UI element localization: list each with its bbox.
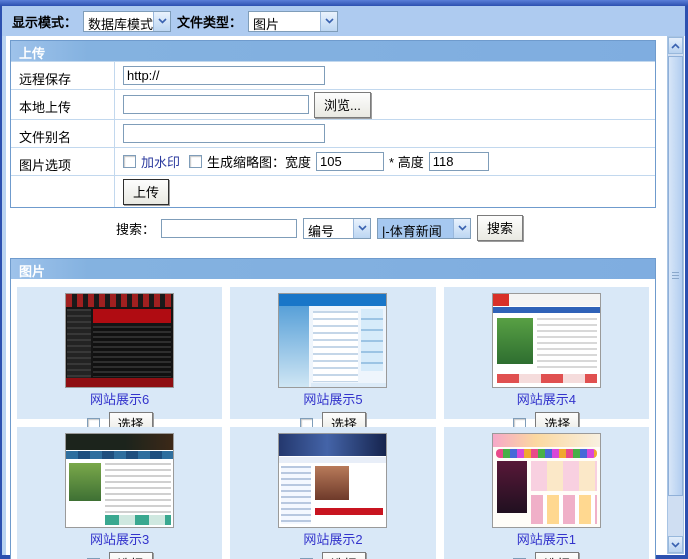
- watermark-checkbox[interactable]: [123, 155, 136, 168]
- image-card: 网站展示4 选择: [444, 287, 649, 419]
- images-panel: 图片 网站展示6 选择 网站展示5 选择: [10, 258, 656, 559]
- images-panel-header: 图片: [11, 259, 655, 279]
- display-mode-value: 数据库模式: [84, 12, 153, 31]
- thumbnail-image[interactable]: [66, 294, 173, 387]
- display-mode-label: 显示模式：: [12, 12, 77, 31]
- image-card: 网站展示3 选择: [17, 427, 222, 559]
- file-type-value: 图片: [249, 12, 320, 31]
- thumbnail-image[interactable]: [279, 294, 386, 387]
- file-alias-input[interactable]: [123, 124, 325, 143]
- image-title: 网站展示2: [230, 529, 435, 548]
- watermark-label: 加水印: [141, 152, 180, 171]
- search-type-select[interactable]: 编号: [303, 218, 371, 239]
- search-type-value: 编号: [304, 219, 353, 238]
- category-select[interactable]: |-体育新闻: [377, 218, 471, 239]
- local-file-input[interactable]: [123, 95, 309, 114]
- chevron-down-icon[interactable]: [453, 219, 470, 238]
- search-submit-button[interactable]: 搜索: [477, 215, 523, 241]
- display-mode-select[interactable]: 数据库模式: [83, 11, 171, 32]
- scroll-down-button[interactable]: [668, 536, 683, 553]
- file-type-label: 文件类型：: [177, 12, 242, 31]
- image-title: 网站展示3: [17, 529, 222, 548]
- select-button[interactable]: 选择: [535, 552, 579, 559]
- toolbar: 显示模式： 数据库模式 文件类型： 图片: [2, 6, 685, 36]
- search-label: 搜索：: [116, 219, 155, 238]
- search-input[interactable]: [161, 219, 297, 238]
- remote-url-input[interactable]: [123, 66, 325, 85]
- upload-panel: 上传 远程保存 本地上传 浏览... 文件别名 图片选项 加水印: [10, 40, 656, 208]
- file-type-select[interactable]: 图片: [248, 11, 338, 32]
- local-upload-label: 本地上传: [11, 90, 115, 119]
- category-value: |-体育新闻: [378, 219, 453, 238]
- file-alias-label: 文件别名: [11, 120, 115, 147]
- chevron-down-icon[interactable]: [353, 219, 370, 238]
- image-title: 网站展示6: [17, 389, 222, 408]
- file-manager-window: 显示模式： 数据库模式 文件类型： 图片 上传 远程保存 本地上传: [0, 0, 688, 559]
- chevron-down-icon[interactable]: [320, 12, 337, 31]
- thumbnail-width-label: 生成缩略图：宽度: [207, 152, 311, 171]
- image-options-label: 图片选项: [11, 148, 115, 175]
- thumbnail-height-label: * 高度: [389, 152, 424, 171]
- image-title: 网站展示5: [230, 389, 435, 408]
- chevron-up-icon: [671, 43, 680, 49]
- image-title: 网站展示1: [444, 529, 649, 548]
- scroll-up-button[interactable]: [668, 37, 683, 54]
- thumbnail-image[interactable]: [279, 434, 386, 527]
- remote-save-label: 远程保存: [11, 62, 115, 89]
- select-button[interactable]: 选择: [322, 552, 366, 559]
- upload-panel-header: 上传: [11, 41, 655, 61]
- image-card: 网站展示6 选择: [17, 287, 222, 419]
- select-button[interactable]: 选择: [109, 552, 153, 559]
- chevron-down-icon: [671, 542, 680, 548]
- thumbnail-image[interactable]: [493, 294, 600, 387]
- upload-button[interactable]: 上传: [123, 179, 169, 205]
- chevron-down-icon[interactable]: [153, 12, 170, 31]
- image-card: 网站展示5 选择: [230, 287, 435, 419]
- vertical-scrollbar[interactable]: [667, 36, 684, 554]
- thumb-width-input[interactable]: [316, 152, 384, 171]
- thumb-height-input[interactable]: [429, 152, 489, 171]
- window-left-inner-edge: [2, 36, 6, 555]
- thumbnail-image[interactable]: [493, 434, 600, 527]
- empty-label-cell: [11, 176, 115, 207]
- image-card: 网站展示1 选择: [444, 427, 649, 559]
- browse-button[interactable]: 浏览...: [314, 92, 371, 118]
- search-bar: 搜索： 编号 |-体育新闻 搜索: [116, 216, 523, 240]
- image-grid: 网站展示6 选择 网站展示5 选择: [11, 279, 655, 559]
- thumbnail-image[interactable]: [66, 434, 173, 527]
- image-card: 网站展示2 选择: [230, 427, 435, 559]
- scroll-thumb[interactable]: [668, 56, 683, 496]
- generate-thumbnail-checkbox[interactable]: [189, 155, 202, 168]
- image-title: 网站展示4: [444, 389, 649, 408]
